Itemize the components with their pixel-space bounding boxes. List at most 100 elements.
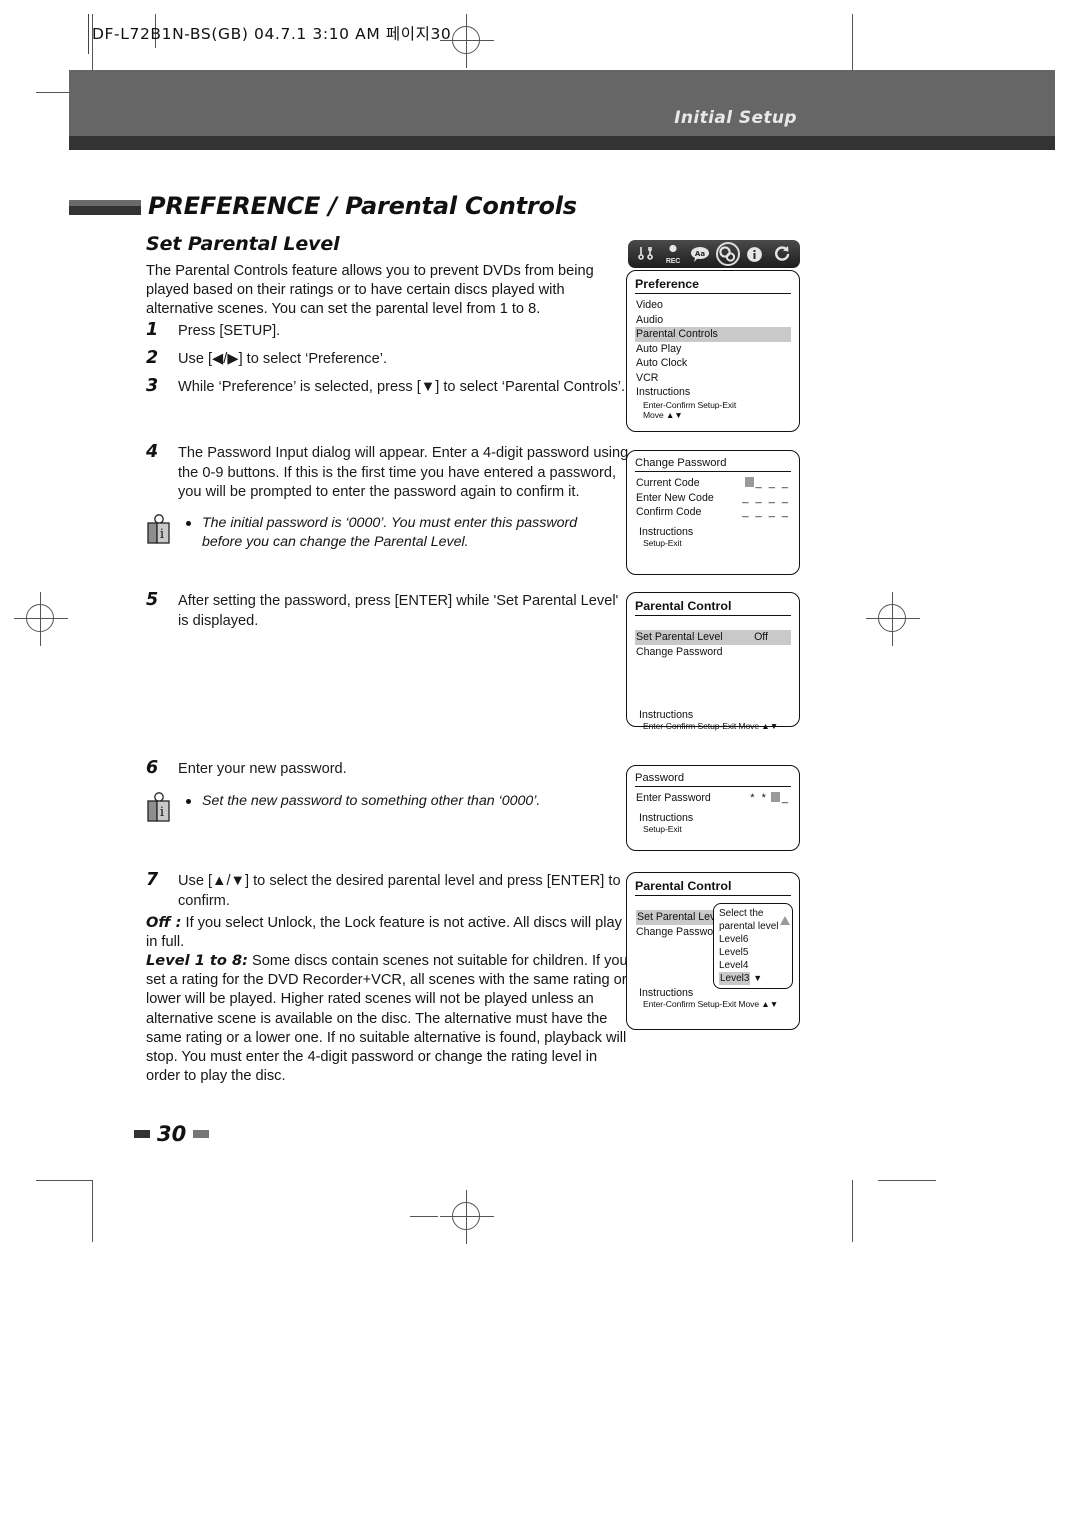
note-bullet (186, 799, 191, 804)
step-number: 1 (146, 320, 159, 340)
dropdown-option-level3[interactable]: Level3 (719, 972, 751, 985)
osd-row-value: Off (754, 631, 768, 643)
osd-keys-line-1: Enter-Confirm Setup-Exit Move ▲▼ (643, 999, 779, 1009)
step-text: Use [▲/▼] to select the desired parental… (178, 873, 621, 909)
rec-icon[interactable]: REC (662, 243, 684, 265)
step-number: 7 (146, 870, 159, 890)
osd-title: Preference (635, 277, 791, 294)
crop-line-bottom-left (36, 1180, 92, 1181)
osd-row-change-password[interactable]: Change Password (635, 645, 791, 660)
step-text: After setting the password, press [ENTER… (178, 593, 619, 629)
crop-line-right-vert-top (852, 14, 853, 76)
dropdown-prompt-line-2: parental level (719, 921, 779, 932)
scroll-up-arrow-icon[interactable] (780, 916, 790, 925)
osd-row-label: Enter Password (636, 792, 711, 804)
osd-row-label: Confirm Code (636, 506, 702, 518)
osd-item-video[interactable]: Video (635, 298, 791, 313)
registration-mark-left (14, 592, 68, 646)
dropdown-option-level5[interactable]: Level5 (719, 946, 788, 959)
osd-row-value: _ _ _ _ (742, 491, 790, 504)
step-text: While ‘Preference’ is selected, press [▼… (178, 379, 626, 395)
note-bullet (186, 521, 191, 526)
osd-keys-line-1: Enter-Confirm Setup-Exit (643, 399, 737, 410)
page-title: PREFERENCE / Parental Controls (148, 192, 577, 220)
print-slug: DF-L72B1N-BS(GB) 04.7.1 3:10 AM 페이지30 (92, 25, 452, 43)
osd-preference-panel: Preference Video Audio Parental Controls… (626, 270, 800, 432)
footer-dash-right (193, 1130, 210, 1138)
section-marker (69, 200, 141, 215)
osd-row-enter-password[interactable]: Enter Password * * _ (635, 791, 791, 806)
detail-text-off: If you select Unlock, the Lock feature i… (146, 915, 622, 951)
osd-item-parental-controls[interactable]: Parental Controls (635, 327, 791, 342)
osd-parental-control-level-panel: Parental Control Set Parental Level Chan… (626, 872, 800, 1030)
osd-item-auto-play[interactable]: Auto Play (635, 342, 791, 357)
detail-text-levels: Some discs contain scenes not suitable f… (146, 953, 628, 1085)
osd-row-label: Change Password (636, 645, 723, 658)
detail-label-levels: Level 1 to 8: (146, 952, 248, 969)
note-2: i Set the new password to something othe… (146, 792, 616, 822)
step-7: 7 Use [▲/▼] to select the desired parent… (146, 870, 626, 911)
note-text: The initial password is ‘0000’. You must… (202, 515, 578, 550)
osd-row-value: _ _ _ (744, 476, 790, 491)
dropdown-option-level3-row[interactable]: Level3 ▼ (719, 972, 788, 985)
osd-row-set-parental-level[interactable]: Set Parental Level Off (635, 630, 791, 645)
dropdown-prompt-line-1: Select the (719, 908, 764, 919)
dropdown-option-level4[interactable]: Level4 (719, 959, 788, 972)
osd-row-confirm-code[interactable]: Confirm Code _ _ _ _ (635, 505, 791, 520)
intro-paragraph: The Parental Controls feature allows you… (146, 263, 594, 318)
osd-parental-control-panel: Parental Control Set Parental Level Off … (626, 592, 800, 731)
detail-label-off: Off : (146, 914, 182, 931)
osd-change-password-panel: Change Password Current Code _ _ _ Enter… (626, 450, 800, 575)
registration-mark-right (866, 592, 920, 646)
osd-row-value: _ _ _ _ (742, 506, 790, 518)
note-1: i The initial password is ‘0000’. You mu… (146, 514, 616, 551)
osd-icon-bar: REC Aa (628, 240, 800, 268)
preference-gears-icon[interactable] (715, 242, 740, 266)
step-number: 6 (146, 758, 159, 778)
step-text: The Password Input dialog will appear. E… (178, 445, 629, 500)
osd-instructions-label: Instructions (639, 709, 694, 721)
osd-instructions-label: Instructions (639, 811, 694, 824)
osd-keys-line-1: Setup-Exit (643, 537, 682, 548)
osd-row-label: Enter New Code (636, 491, 714, 504)
slug-divider (88, 14, 89, 54)
step-number: 2 (146, 348, 159, 368)
osd-keys-line-1: Enter-Confirm Setup-Exit Move ▲▼ (643, 721, 779, 731)
tools-icon[interactable] (635, 243, 657, 265)
rec-label: REC (665, 258, 681, 265)
step-7-detail-levels: Level 1 to 8: Some discs contain scenes … (146, 951, 628, 1086)
step-3: 3 While ‘Preference’ is selected, press … (146, 376, 646, 398)
svg-text:i: i (160, 527, 164, 542)
parental-level-dropdown[interactable]: Select the parental level Level6 Level5 … (713, 903, 793, 989)
info-note-icon: i (147, 792, 170, 822)
language-aa-icon[interactable]: Aa (689, 243, 711, 265)
crop-line-right-vert (852, 1180, 853, 1242)
osd-item-vcr[interactable]: VCR (635, 371, 791, 386)
info-icon[interactable] (744, 243, 766, 265)
step-4: 4 The Password Input dialog will appear.… (146, 442, 636, 503)
osd-item-audio[interactable]: Audio (635, 313, 791, 328)
osd-row-enter-new-code[interactable]: Enter New Code _ _ _ _ (635, 491, 791, 506)
step-2: 2 Use [◀/▶] to select ‘Preference’. (146, 348, 618, 370)
step-1: 1 Press [SETUP]. (146, 320, 618, 342)
svg-text:Aa: Aa (695, 250, 705, 258)
step-5: 5 After setting the password, press [ENT… (146, 590, 626, 631)
page-banner: Initial Setup (69, 70, 1055, 150)
code-cursor-box (744, 477, 754, 487)
osd-row-label: Change Password (636, 925, 723, 938)
footer-dash-left (134, 1130, 150, 1138)
osd-row-label: Set Parental Level (636, 631, 723, 643)
info-note-icon: i (147, 514, 170, 544)
osd-title: Password (635, 772, 791, 787)
osd-title: Parental Control (635, 879, 791, 896)
scroll-down-arrow-icon[interactable]: ▼ (753, 973, 762, 983)
osd-item-auto-clock[interactable]: Auto Clock (635, 356, 791, 371)
step-text: Enter your new password. (178, 761, 347, 777)
osd-row-current-code[interactable]: Current Code _ _ _ (635, 476, 791, 491)
osd-title: Parental Control (635, 599, 791, 616)
step-number: 3 (146, 376, 159, 396)
dropdown-option-level6[interactable]: Level6 (719, 933, 788, 946)
note-text: Set the new password to something other … (202, 793, 541, 809)
step-number: 4 (146, 442, 159, 462)
refresh-icon[interactable] (771, 243, 793, 265)
